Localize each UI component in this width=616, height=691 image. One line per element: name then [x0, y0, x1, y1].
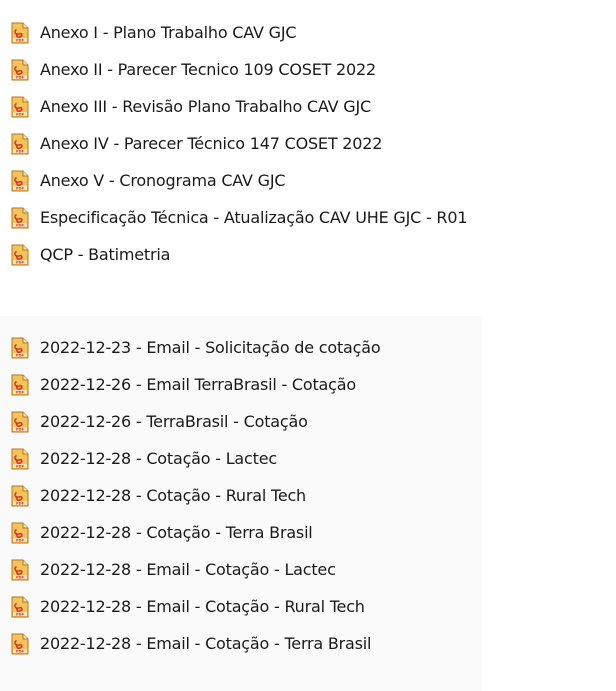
file-name-label: 2022-12-26 - TerraBrasil - Cotação [40, 411, 308, 431]
file-name-label: 2022-12-28 - Cotação - Lactec [40, 448, 277, 468]
pdf-file-icon: PDF [10, 485, 30, 507]
file-item[interactable]: PDF Anexo III - Revisão Plano Trabalho C… [0, 88, 616, 125]
file-item[interactable]: PDF 2022-12-23 - Email - Solicitação de … [0, 329, 482, 366]
file-item[interactable]: PDF 2022-12-28 - Cotação - Lactec [0, 440, 482, 477]
file-name-label: Anexo V - Cronograma CAV GJC [40, 170, 286, 190]
pdf-file-icon: PDF [10, 207, 30, 229]
svg-text:PDF: PDF [16, 186, 25, 190]
svg-text:PDF: PDF [16, 38, 25, 42]
file-list-annexes: PDF Anexo I - Plano Trabalho CAV GJC PDF… [0, 0, 616, 291]
file-name-label: 2022-12-28 - Email - Cotação - Lactec [40, 559, 336, 579]
svg-text:PDF: PDF [16, 612, 25, 616]
pdf-file-icon: PDF [10, 337, 30, 359]
svg-text:PDF: PDF [16, 649, 25, 653]
pdf-file-icon: PDF [10, 133, 30, 155]
file-item[interactable]: PDF Anexo II - Parecer Tecnico 109 COSET… [0, 51, 616, 88]
file-item[interactable]: PDF 2022-12-28 - Email - Cotação - Lacte… [0, 551, 482, 588]
pdf-file-icon: PDF [10, 596, 30, 618]
svg-text:PDF: PDF [16, 390, 25, 394]
file-name-label: Especificação Técnica - Atualização CAV … [40, 207, 468, 227]
svg-text:PDF: PDF [16, 427, 25, 431]
file-name-label: Anexo IV - Parecer Técnico 147 COSET 202… [40, 133, 383, 153]
file-name-label: 2022-12-26 - Email TerraBrasil - Cotação [40, 374, 356, 394]
pdf-file-icon: PDF [10, 633, 30, 655]
file-name-label: 2022-12-28 - Cotação - Rural Tech [40, 485, 306, 505]
pdf-file-icon: PDF [10, 96, 30, 118]
file-name-label: QCP - Batimetria [40, 244, 171, 264]
pdf-file-icon: PDF [10, 244, 30, 266]
file-item[interactable]: PDF Anexo V - Cronograma CAV GJC [0, 162, 616, 199]
file-name-label: Anexo I - Plano Trabalho CAV GJC [40, 22, 297, 42]
svg-text:PDF: PDF [16, 538, 25, 542]
file-item[interactable]: PDF Anexo IV - Parecer Técnico 147 COSET… [0, 125, 616, 162]
svg-text:PDF: PDF [16, 501, 25, 505]
file-name-label: 2022-12-28 - Email - Cotação - Terra Bra… [40, 633, 372, 653]
file-name-label: Anexo II - Parecer Tecnico 109 COSET 202… [40, 59, 376, 79]
file-item[interactable]: PDF 2022-12-28 - Email - Cotação - Rural… [0, 588, 482, 625]
pdf-file-icon: PDF [10, 374, 30, 396]
pdf-file-icon: PDF [10, 170, 30, 192]
svg-text:PDF: PDF [16, 75, 25, 79]
file-item[interactable]: PDF 2022-12-28 - Email - Cotação - Terra… [0, 625, 482, 662]
file-item[interactable]: PDF Anexo I - Plano Trabalho CAV GJC [0, 14, 616, 51]
list-separator [0, 291, 616, 316]
file-name-label: 2022-12-28 - Email - Cotação - Rural Tec… [40, 596, 365, 616]
svg-text:PDF: PDF [16, 223, 25, 227]
file-item[interactable]: PDF 2022-12-28 - Cotação - Terra Brasil [0, 514, 482, 551]
svg-text:PDF: PDF [16, 149, 25, 153]
svg-text:PDF: PDF [16, 112, 25, 116]
svg-text:PDF: PDF [16, 260, 25, 264]
pdf-file-icon: PDF [10, 522, 30, 544]
pdf-file-icon: PDF [10, 448, 30, 470]
file-item[interactable]: PDF 2022-12-26 - Email TerraBrasil - Cot… [0, 366, 482, 403]
pdf-file-icon: PDF [10, 559, 30, 581]
file-name-label: Anexo III - Revisão Plano Trabalho CAV G… [40, 96, 371, 116]
svg-text:PDF: PDF [16, 353, 25, 357]
file-item[interactable]: PDF Especificação Técnica - Atualização … [0, 199, 616, 236]
file-name-label: 2022-12-28 - Cotação - Terra Brasil [40, 522, 313, 542]
pdf-file-icon: PDF [10, 411, 30, 433]
svg-text:PDF: PDF [16, 464, 25, 468]
file-item[interactable]: PDF 2022-12-28 - Cotação - Rural Tech [0, 477, 482, 514]
svg-text:PDF: PDF [16, 575, 25, 579]
file-name-label: 2022-12-23 - Email - Solicitação de cota… [40, 337, 381, 357]
pdf-file-icon: PDF [10, 59, 30, 81]
file-list-quotations: PDF 2022-12-23 - Email - Solicitação de … [0, 316, 482, 691]
pdf-file-icon: PDF [10, 22, 30, 44]
file-item[interactable]: PDF QCP - Batimetria [0, 236, 616, 273]
file-item[interactable]: PDF 2022-12-26 - TerraBrasil - Cotação [0, 403, 482, 440]
